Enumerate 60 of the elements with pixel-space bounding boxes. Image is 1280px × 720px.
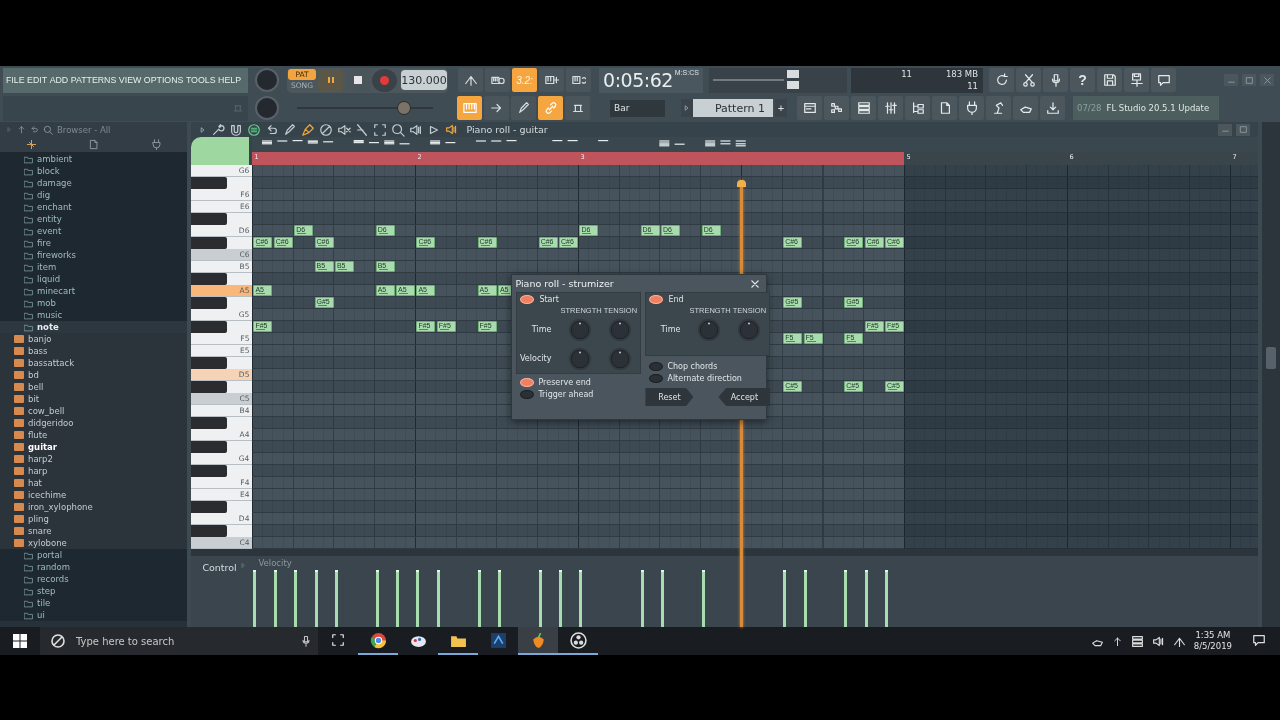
item-label: bd: [28, 369, 39, 381]
item-label: banjo: [28, 333, 52, 345]
clock-time: 1:35 AM: [1195, 630, 1231, 641]
option-label: Trigger ahead: [538, 390, 594, 399]
item-label: xylobone: [28, 537, 67, 549]
item-label: bass: [28, 345, 48, 357]
news-title: FL Studio 20.5.1 Update: [1106, 103, 1210, 113]
option-label: Preserve end: [538, 378, 591, 387]
item-label: note: [37, 321, 59, 333]
knob-label: Time: [531, 325, 552, 334]
item-label: mob: [37, 297, 56, 309]
item-label: tile: [37, 597, 51, 609]
item-label: iron_xylophone: [28, 501, 93, 513]
item-label: music: [37, 309, 63, 321]
item-label: dig: [37, 189, 51, 201]
item-label: ui: [37, 609, 45, 621]
option-label: Alternate direction: [667, 374, 742, 383]
item-label: ambient: [37, 153, 73, 165]
browser-title: Browser - All: [57, 124, 111, 135]
item-label: cow_bell: [28, 405, 65, 417]
panel-title: Start: [539, 295, 559, 304]
item-label: minecart: [37, 285, 75, 297]
item-label: icechime: [28, 489, 67, 501]
memory-usage: 183 MB: [944, 68, 979, 79]
item-label: block: [37, 165, 60, 177]
item-label: bit: [28, 393, 40, 405]
item-label: records: [37, 573, 69, 585]
panel-title: End: [668, 295, 684, 304]
option-label: Chop chords: [667, 362, 718, 371]
knob-label: Time: [660, 325, 681, 334]
time-value: 0:05:62: [603, 69, 673, 91]
item-label: item: [37, 261, 57, 273]
control-target: Velocity: [258, 558, 292, 568]
item-label: bell: [28, 381, 44, 393]
clock-date: 8/5/2019: [1193, 641, 1232, 652]
item-label: entity: [37, 213, 62, 225]
news-counter: 07/28: [1077, 103, 1102, 113]
item-label: fireworks: [37, 249, 76, 261]
polyphony-count: 11: [900, 68, 913, 79]
item-label: harp2: [28, 453, 53, 465]
item-label: guitar: [28, 441, 58, 453]
item-label: snare: [28, 525, 52, 537]
window-title: Piano roll - guitar: [466, 124, 548, 135]
dialog-title: Piano roll - strumizer: [515, 278, 614, 289]
item-label: hat: [28, 477, 42, 489]
item-label: step: [37, 585, 56, 597]
item-label: flute: [28, 429, 48, 441]
item-label: liquid: [37, 273, 61, 285]
item-label: portal: [37, 549, 62, 561]
item-label: harp: [28, 465, 48, 477]
item-label: didgeridoo: [28, 417, 74, 429]
item-label: bassattack: [28, 357, 75, 369]
item-label: random: [37, 561, 70, 573]
knob-label: Velocity: [520, 354, 552, 363]
item-label: damage: [37, 177, 72, 189]
item-label: enchant: [37, 201, 72, 213]
item-label: event: [37, 225, 62, 237]
item-label: pling: [28, 513, 49, 525]
item-label: fire: [37, 237, 51, 249]
voice-count: 11: [966, 81, 979, 92]
